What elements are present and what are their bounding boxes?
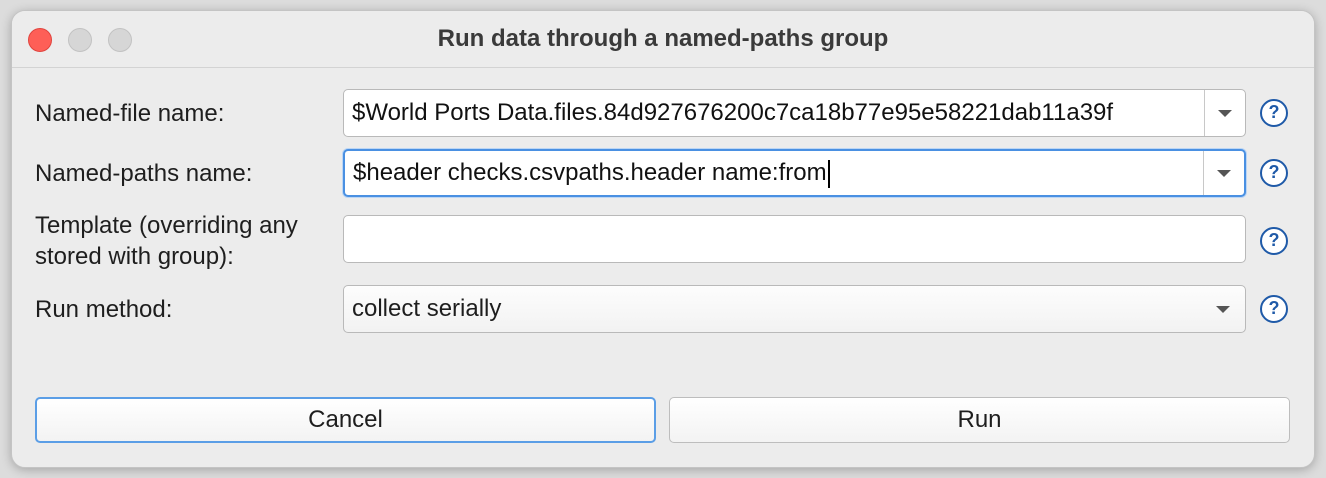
chevron-down-icon bbox=[1217, 170, 1231, 177]
template-label-line2: stored with group): bbox=[35, 243, 234, 270]
named-paths-label: Named-paths name: bbox=[35, 160, 253, 187]
run-method-label: Run method: bbox=[35, 296, 173, 323]
named-paths-combo[interactable]: $header checks.csvpaths.header name:from bbox=[343, 149, 1246, 197]
help-icon[interactable]: ? bbox=[1260, 295, 1288, 323]
template-input[interactable] bbox=[343, 215, 1246, 263]
named-file-dropdown-button[interactable] bbox=[1204, 90, 1245, 136]
run-method-value: collect serially bbox=[352, 295, 502, 322]
chevron-down-icon bbox=[1216, 306, 1230, 313]
window-title: Run data through a named-paths group bbox=[437, 25, 889, 52]
help-icon[interactable]: ? bbox=[1260, 159, 1288, 187]
help-icon[interactable]: ? bbox=[1260, 227, 1288, 255]
named-paths-input[interactable]: $header checks.csvpaths.header name:from bbox=[353, 159, 827, 186]
named-file-combo[interactable]: $World Ports Data.files.84d927676200c7ca… bbox=[343, 89, 1246, 137]
named-file-input[interactable]: $World Ports Data.files.84d927676200c7ca… bbox=[352, 90, 1199, 136]
named-paths-input-wrap[interactable]: $header checks.csvpaths.header name:from bbox=[353, 151, 1198, 195]
dialog-window: Run data through a named-paths group Nam… bbox=[11, 10, 1315, 468]
template-input-value[interactable] bbox=[352, 216, 1237, 262]
template-label-line1: Template (overriding any bbox=[35, 212, 298, 239]
named-paths-dropdown-button[interactable] bbox=[1203, 151, 1244, 195]
run-button[interactable]: Run bbox=[669, 397, 1290, 443]
text-cursor bbox=[827, 159, 830, 188]
help-icon[interactable]: ? bbox=[1260, 99, 1288, 127]
cancel-button[interactable]: Cancel bbox=[35, 397, 656, 443]
run-method-select[interactable]: collect serially bbox=[343, 285, 1246, 333]
named-file-label: Named-file name: bbox=[35, 100, 225, 127]
chevron-down-icon bbox=[1218, 110, 1232, 117]
title-bar: Run data through a named-paths group bbox=[12, 11, 1314, 68]
